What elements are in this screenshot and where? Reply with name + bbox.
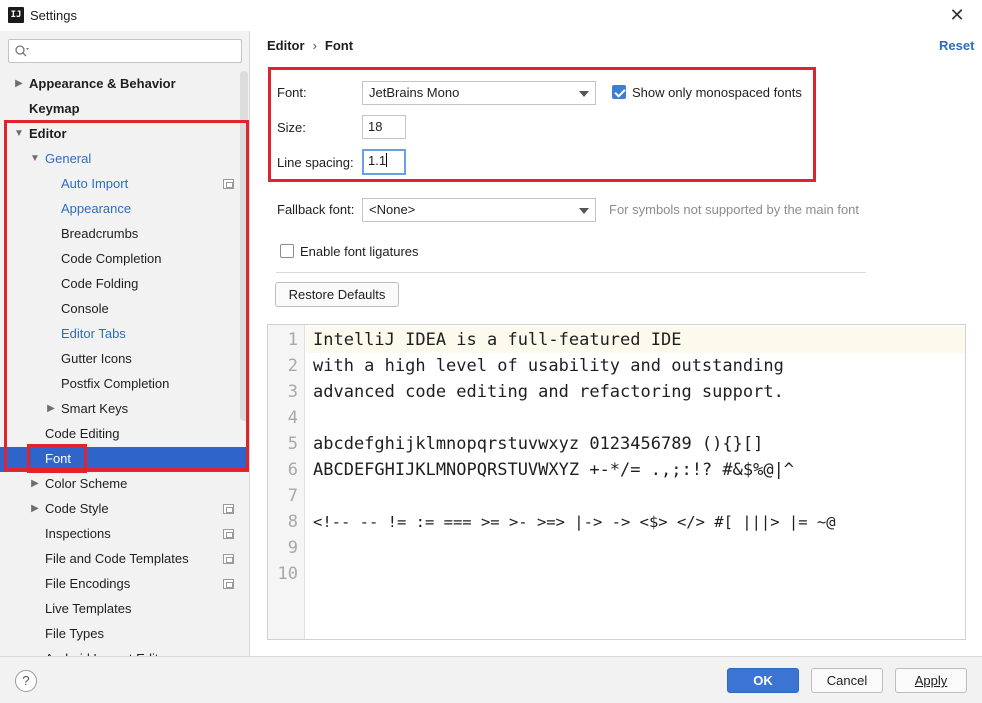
sidebar-item-code-editing[interactable]: Code Editing	[45, 421, 119, 446]
divider	[276, 272, 866, 273]
monospaced-checkbox[interactable]	[612, 85, 626, 99]
chevron-right-icon[interactable]: ▶	[30, 471, 40, 496]
close-icon[interactable]: ✕	[946, 5, 968, 27]
line-number: 3	[287, 382, 298, 402]
chevron-down-icon[interactable]: ▼	[14, 121, 24, 146]
line-spacing-label: Line spacing:	[277, 155, 354, 170]
search-input[interactable]	[33, 42, 233, 60]
code-line: advanced code editing and refactoring su…	[313, 382, 784, 402]
sidebar-item-code-folding[interactable]: Code Folding	[61, 271, 138, 296]
line-number: 9	[287, 538, 298, 558]
ligatures-checkbox[interactable]	[280, 244, 294, 258]
breadcrumb-parent: Editor	[267, 38, 305, 53]
sidebar-item-gutter-icons[interactable]: Gutter Icons	[61, 346, 132, 371]
sidebar-item-postfix-completion[interactable]: Postfix Completion	[61, 371, 169, 396]
font-preview-editor[interactable]: 1 2 3 4 5 6 7 8 9 10 IntelliJ IDEA is a …	[267, 324, 966, 640]
dropdown-arrow-icon	[579, 208, 589, 214]
sidebar-item-appearance-behavior[interactable]: Appearance & Behavior	[29, 71, 176, 96]
sidebar-item-file-encodings[interactable]: File Encodings	[45, 571, 130, 596]
breadcrumb-current: Font	[324, 38, 354, 53]
line-number: 1	[287, 330, 298, 350]
project-scope-icon	[223, 504, 234, 514]
sidebar-item-console[interactable]: Console	[61, 296, 109, 321]
sidebar-item-android-layout-editor[interactable]: Android Layout Editor	[45, 646, 170, 656]
sidebar-item-smart-keys[interactable]: Smart Keys	[61, 396, 128, 421]
ligatures-label[interactable]: Enable font ligatures	[300, 244, 419, 259]
sidebar-item-code-completion[interactable]: Code Completion	[61, 246, 161, 271]
code-line: <!-- -- != := === >= >- >=> |-> -> <$> <…	[313, 513, 836, 531]
chevron-right-icon[interactable]: ▶	[30, 496, 40, 521]
font-label: Font:	[277, 85, 307, 100]
dialog-footer: ? OK Cancel Apply	[0, 656, 982, 703]
project-scope-icon	[223, 529, 234, 539]
fallback-font-combo[interactable]: <None>	[362, 198, 596, 222]
reset-link[interactable]: Reset	[939, 38, 974, 53]
line-spacing-input[interactable]: 1.1	[362, 149, 406, 175]
cancel-button[interactable]: Cancel	[811, 668, 883, 693]
sidebar-item-file-types[interactable]: File Types	[45, 621, 104, 646]
sidebar-item-editor[interactable]: Editor	[29, 121, 67, 146]
line-number: 5	[287, 434, 298, 454]
dropdown-arrow-icon	[579, 91, 589, 97]
font-combo-value: JetBrains Mono	[369, 85, 460, 100]
sidebar-item-general[interactable]: General	[45, 146, 91, 171]
intellij-app-icon: IJ	[8, 7, 24, 23]
apply-button[interactable]: Apply	[895, 668, 967, 693]
chevron-right-icon[interactable]: ▶	[14, 71, 24, 96]
breadcrumb-separator: ›	[312, 38, 317, 53]
line-number: 2	[287, 356, 298, 376]
sidebar-item-code-style[interactable]: Code Style	[45, 496, 109, 521]
ok-button[interactable]: OK	[727, 668, 799, 693]
monospaced-label[interactable]: Show only monospaced fonts	[632, 85, 802, 100]
chevron-right-icon[interactable]: ▶	[46, 396, 56, 421]
sidebar-item-auto-import[interactable]: Auto Import	[61, 171, 128, 196]
line-number: 7	[287, 486, 298, 506]
sidebar-item-appearance[interactable]: Appearance	[61, 196, 131, 221]
search-icon	[15, 45, 29, 57]
project-scope-icon	[223, 179, 234, 189]
code-line: with a high level of usability and outst…	[313, 356, 784, 376]
selected-row-highlight	[0, 447, 249, 472]
text-caret	[386, 153, 388, 167]
sidebar-item-font[interactable]: Font	[45, 446, 71, 471]
code-line: IntelliJ IDEA is a full-featured IDE	[313, 330, 682, 350]
sidebar-item-editor-tabs[interactable]: Editor Tabs	[61, 321, 126, 346]
sidebar-scrollbar[interactable]	[240, 71, 248, 421]
line-number: 6	[287, 460, 298, 480]
code-line: abcdefghijklmnopqrstuvwxyz 0123456789 ()…	[313, 434, 764, 454]
fallback-font-label: Fallback font:	[277, 202, 355, 217]
sidebar-item-live-templates[interactable]: Live Templates	[45, 596, 131, 621]
search-box[interactable]	[8, 39, 242, 63]
sidebar-item-keymap[interactable]: Keymap	[29, 96, 80, 121]
size-label: Size:	[277, 120, 306, 135]
restore-defaults-button[interactable]: Restore Defaults	[275, 282, 399, 307]
breadcrumb: Editor › Font	[267, 38, 353, 53]
sidebar-item-file-code-templates[interactable]: File and Code Templates	[45, 546, 189, 571]
size-input[interactable]: 18	[362, 115, 406, 139]
settings-sidebar: ▶ Appearance & Behavior Keymap ▼ Editor …	[0, 31, 250, 656]
window-title: Settings	[30, 8, 77, 23]
fallback-hint: For symbols not supported by the main fo…	[609, 202, 860, 217]
line-number: 8	[287, 512, 298, 532]
sidebar-item-breadcrumbs[interactable]: Breadcrumbs	[61, 221, 138, 246]
chevron-down-icon[interactable]: ▼	[30, 146, 40, 171]
project-scope-icon	[223, 579, 234, 589]
help-icon[interactable]: ?	[15, 670, 37, 692]
line-number: 4	[287, 408, 298, 428]
font-combo[interactable]: JetBrains Mono	[362, 81, 596, 105]
sidebar-item-inspections[interactable]: Inspections	[45, 521, 111, 546]
project-scope-icon	[223, 554, 234, 564]
sidebar-item-color-scheme[interactable]: Color Scheme	[45, 471, 127, 496]
line-number: 10	[277, 564, 298, 584]
fallback-combo-value: <None>	[369, 202, 416, 217]
line-spacing-value: 1.1	[368, 153, 387, 168]
code-line: ABCDEFGHIJKLMNOPQRSTUVWXYZ +-*/= .,;:!? …	[313, 460, 795, 480]
title-bar: IJ Settings ✕	[0, 0, 982, 31]
